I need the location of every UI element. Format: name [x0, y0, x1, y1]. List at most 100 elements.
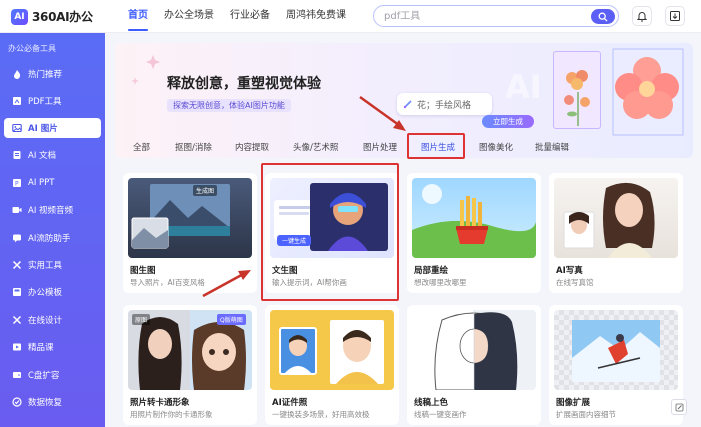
tab-image-processing[interactable]: 图片处理 [359, 138, 401, 158]
card-desc: 用照片制作你的卡通形象 [130, 410, 213, 419]
card-title: 线稿上色 [414, 398, 449, 408]
card-desc: 导入照片，AI百变风格 [130, 278, 205, 287]
card-image-extend[interactable]: 图像扩展 扩展画面内容细节 [549, 305, 683, 425]
tab-cutout[interactable]: 抠图/消除 [171, 138, 216, 158]
tab-beautify[interactable]: 图像美化 [475, 138, 517, 158]
card-thumbnail [554, 310, 678, 390]
top-bar: AI 360AI办公 首页 办公全场景 行业必备 周鸿祎免费课 [0, 0, 701, 33]
sidebar-item-pdf[interactable]: PDF工具 [4, 91, 101, 111]
card-title: AI写真 [556, 266, 583, 276]
sidebar-item-recover[interactable]: 数据恢复 [4, 392, 101, 412]
prompt-input[interactable]: 花；手绘风格 [397, 93, 492, 115]
card-title: AI证件照 [272, 398, 308, 408]
svg-text:P: P [15, 181, 19, 188]
card-desc: 在线写真馆 [556, 278, 594, 287]
card-line-art-coloring[interactable]: 线稿上色 线稿一键变画作 [407, 305, 541, 425]
feedback-button[interactable] [671, 399, 687, 415]
recover-icon [11, 397, 22, 408]
brush-icon [403, 99, 413, 109]
tab-batch-edit[interactable]: 批量编辑 [531, 138, 573, 158]
sidebar-item-hot[interactable]: 热门推荐 [4, 64, 101, 84]
sidebar-item-label: 实用工具 [28, 261, 63, 271]
tab-extract[interactable]: 内容提取 [231, 138, 273, 158]
sidebar-item-disk[interactable]: C盘扩容 [4, 365, 101, 385]
sidebar-item-course[interactable]: 精品课 [4, 337, 101, 357]
assistant-icon [11, 233, 22, 244]
nav-item-free-course[interactable]: 周鸿祎免费课 [278, 0, 354, 33]
sidebar-item-label: AI PPT [28, 178, 55, 188]
sidebar-item-design[interactable]: 在线设计 [4, 310, 101, 330]
card-title: 照片转卡通形象 [130, 398, 190, 408]
logo-text: 360AI办公 [32, 10, 93, 24]
generate-now-button[interactable]: 立即生成 [482, 115, 534, 128]
image-icon [11, 123, 22, 134]
sidebar-title: 办公必备工具 [8, 44, 56, 53]
sidebar-item-ai-video[interactable]: AI 视频音频 [4, 200, 101, 220]
card-desc: 想改哪里改哪里 [414, 278, 467, 287]
sidebar-item-ai-assistant[interactable]: AI流防助手 [4, 228, 101, 248]
video-icon [11, 205, 22, 216]
card-thumbnail [412, 310, 536, 390]
sidebar-item-label: 精品课 [28, 343, 54, 353]
card-badge-q-version: Q版萌图 [217, 314, 246, 325]
sidebar: 办公必备工具 热门推荐 PDF工具 AI 图片 AI 文档 P AI PPT A… [0, 33, 105, 427]
tab-all[interactable]: 全部 [129, 138, 154, 158]
sidebar-item-label: 在线设计 [28, 316, 63, 326]
notification-button[interactable] [632, 6, 652, 26]
sidebar-item-label: C盘扩容 [28, 371, 60, 381]
template-icon [11, 287, 22, 298]
sidebar-item-tools[interactable]: 实用工具 [4, 255, 101, 275]
sidebar-item-label: AI 文档 [28, 151, 57, 161]
tools-icon [11, 260, 22, 271]
download-button[interactable] [665, 6, 685, 26]
search-input[interactable] [384, 9, 584, 24]
sidebar-item-label: 办公模板 [28, 288, 63, 298]
nav-item-industry[interactable]: 行业必备 [222, 0, 278, 33]
tab-avatar[interactable]: 头像/艺术照 [289, 138, 342, 158]
flower-3d-illustration [607, 47, 687, 139]
card-title: 图生图 [130, 266, 156, 276]
card-title: 局部重绘 [414, 266, 449, 276]
card-thumbnail [554, 178, 678, 258]
sidebar-item-label: 数据恢复 [28, 398, 63, 408]
highlight-box-tab [407, 133, 465, 159]
sidebar-item-ai-ppt[interactable]: P AI PPT [4, 173, 101, 193]
card-title: 图像扩展 [556, 398, 591, 408]
search-box [373, 5, 619, 27]
nav-item-office-scenarios[interactable]: 办公全场景 [156, 0, 222, 33]
sidebar-item-label: AI 图片 [28, 124, 58, 134]
course-icon [11, 342, 22, 353]
nav-item-home[interactable]: 首页 [120, 0, 156, 33]
card-badge: 生成图 [193, 185, 218, 196]
logo-badge: AI [11, 8, 28, 25]
document-icon [11, 150, 22, 161]
sidebar-item-label: 热门推荐 [28, 70, 63, 80]
banner-title: 释放创意，重塑视觉体验 [167, 76, 321, 92]
edit-icon [675, 403, 683, 411]
card-image-to-image[interactable]: 生成图 图生图 导入照片，AI百变风格 [123, 173, 257, 293]
sidebar-item-ai-doc[interactable]: AI 文档 [4, 145, 101, 165]
card-thumbnail [412, 178, 536, 258]
sidebar-item-templates[interactable]: 办公模板 [4, 282, 101, 302]
app-logo[interactable]: AI 360AI办公 [11, 8, 93, 25]
card-id-photo[interactable]: AI证件照 一键换装多场景，好用高效极 [265, 305, 399, 425]
sidebar-item-ai-image[interactable]: AI 图片 [4, 118, 101, 138]
card-thumbnail [128, 178, 252, 258]
disk-icon [11, 370, 22, 381]
card-ai-portrait[interactable]: AI写真 在线写真馆 [549, 173, 683, 293]
search-icon [598, 12, 608, 21]
sidebar-item-label: AI流防助手 [28, 234, 71, 244]
card-photo-to-cartoon[interactable]: 原图 Q版萌图 照片转卡通形象 用照片制作你的卡通形象 [123, 305, 257, 425]
flower-illustration [553, 51, 601, 129]
top-nav: 首页 办公全场景 行业必备 周鸿祎免费课 [120, 0, 354, 33]
card-desc: 扩展画面内容细节 [556, 410, 616, 419]
ppt-icon: P [11, 178, 22, 189]
card-badge-original: 原图 [132, 314, 151, 325]
download-icon [670, 11, 680, 21]
highlight-box-card [261, 163, 399, 301]
svg-text:AI: AI [505, 68, 542, 106]
search-button[interactable] [591, 9, 615, 24]
banner-subtitle: 探索无限创意，体验AI图片功能 [167, 99, 291, 112]
card-inpainting[interactable]: 局部重绘 想改哪里改哪里 [407, 173, 541, 293]
card-desc: 一键换装多场景，好用高效极 [272, 410, 370, 419]
